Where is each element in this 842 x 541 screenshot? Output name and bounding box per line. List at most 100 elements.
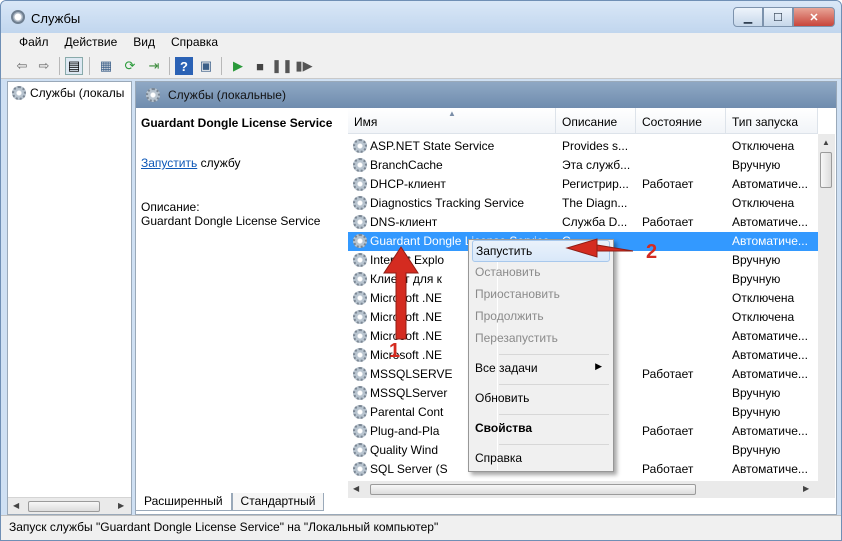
gear-icon <box>353 348 367 362</box>
cell-state: Работает <box>642 367 694 381</box>
console-tree: Службы (локалы ◀ ▶ <box>7 81 132 515</box>
scroll-thumb[interactable] <box>28 501 100 512</box>
gear-icon <box>353 443 367 457</box>
menu-item-pause[interactable]: Приостановить <box>472 284 610 306</box>
gear-icon <box>353 405 367 419</box>
forward-icon[interactable]: ⇨ <box>35 57 53 75</box>
cell-desc: Регистрир... <box>562 177 629 191</box>
start-service-link[interactable]: Запустить <box>141 156 197 170</box>
scroll-thumb[interactable] <box>820 152 832 188</box>
menu-item-stop[interactable]: Остановить <box>472 262 610 284</box>
gear-icon <box>353 329 367 343</box>
cell-startup: Автоматиче... <box>732 367 808 381</box>
gear-icon <box>353 367 367 381</box>
title-bar: Службы ▁ ☐ ✕ <box>1 1 841 33</box>
scroll-right-icon[interactable]: ▶ <box>118 501 124 510</box>
vertical-scrollbar[interactable]: ▲ ▼ <box>818 134 835 497</box>
pause-icon[interactable]: ❚❚ <box>271 57 293 75</box>
cell-startup: Автоматиче... <box>732 177 808 191</box>
column-header-label: Имя <box>354 115 378 129</box>
menu-item-help[interactable]: Справка <box>472 448 610 470</box>
table-row[interactable]: BranchCache Эта служб... Вручную <box>348 156 818 175</box>
cell-desc: Эта служб... <box>562 158 631 172</box>
column-header-description[interactable]: Описание <box>556 108 636 134</box>
cell-startup: Вручную <box>732 272 781 286</box>
action-pane-icon[interactable]: ▣ <box>197 57 215 75</box>
menu-item-restart[interactable]: Перезапустить <box>472 328 610 350</box>
cell-startup: Вручную <box>732 443 781 457</box>
scroll-right-icon[interactable]: ▶ <box>803 484 809 493</box>
gear-icon <box>353 158 367 172</box>
tree-item-label: Службы (локалы <box>30 86 125 100</box>
menu-help[interactable]: Справка <box>163 33 226 53</box>
menu-view[interactable]: Вид <box>125 33 163 53</box>
back-icon[interactable]: ⇦ <box>13 57 31 75</box>
list-horizontal-scrollbar[interactable]: ◀ ▶ <box>348 481 835 498</box>
minimize-button[interactable]: ▁ <box>733 7 763 27</box>
stop-icon[interactable]: ■ <box>251 57 269 75</box>
menu-item-properties[interactable]: Свойства <box>472 418 610 440</box>
tab-extended[interactable]: Расширенный <box>135 493 232 511</box>
panel-header-title: Службы (локальные) <box>168 88 286 102</box>
scroll-left-icon[interactable]: ◀ <box>13 501 19 510</box>
services-window: Службы ▁ ☐ ✕ Файл Действие Вид Справка ⇦… <box>0 0 842 541</box>
cell-startup: Автоматиче... <box>732 234 808 248</box>
gear-icon <box>353 310 367 324</box>
column-header-startup-type[interactable]: Тип запуска <box>726 108 818 134</box>
cell-startup: Вручную <box>732 386 781 400</box>
gear-icon <box>353 291 367 305</box>
cell-startup: Автоматиче... <box>732 215 808 229</box>
table-row[interactable]: ASP.NET State Service Provides s... Отключ… <box>348 137 818 156</box>
table-row[interactable]: DNS-клиент Служба D... Работает Автоматиче.… <box>348 213 818 232</box>
gear-icon <box>353 424 367 438</box>
context-menu: Запустить Остановить Приостановить Продо… <box>468 239 614 472</box>
scroll-up-icon[interactable]: ▲ <box>822 138 830 147</box>
gear-icon <box>353 272 367 286</box>
description-label: Описание: <box>141 200 200 214</box>
menu-item-refresh[interactable]: Обновить <box>472 388 610 410</box>
tree-item-local-services[interactable]: Службы (локалы <box>12 86 124 100</box>
menu-action[interactable]: Действие <box>57 33 126 53</box>
window-title: Службы <box>31 11 81 26</box>
view-tabs: Расширенный Стандартный <box>135 493 325 511</box>
services-gear-icon <box>11 10 25 24</box>
cell-name: DNS-клиент <box>370 215 438 229</box>
column-header-state[interactable]: Состояние <box>636 108 726 134</box>
cell-startup: Вручную <box>732 253 781 267</box>
panel-header: Службы (локальные) <box>136 82 836 108</box>
play-icon[interactable]: ▶ <box>229 57 247 75</box>
gear-icon <box>12 86 26 100</box>
close-button[interactable]: ✕ <box>793 7 835 27</box>
tree-horizontal-scrollbar[interactable]: ◀ ▶ <box>8 497 131 514</box>
scroll-left-icon[interactable]: ◀ <box>353 484 359 493</box>
maximize-button[interactable]: ☐ <box>763 7 793 27</box>
cell-desc: The Diagn... <box>562 196 628 210</box>
cell-name: Diagnostics Tracking Service <box>370 196 525 210</box>
scroll-thumb[interactable] <box>370 484 696 495</box>
help-icon[interactable]: ? <box>175 57 193 75</box>
selected-service-name: Guardant Dongle License Service <box>141 116 333 130</box>
cell-state: Работает <box>642 177 694 191</box>
menu-file[interactable]: Файл <box>11 33 57 53</box>
export-icon[interactable]: ⇥ <box>145 57 163 75</box>
tab-standard[interactable]: Стандартный <box>231 493 325 511</box>
cell-name: ASP.NET State Service <box>370 139 495 153</box>
table-row[interactable]: DHCP-клиент Регистрир... Работает Автоматич… <box>348 175 818 194</box>
cell-startup: Автоматиче... <box>732 424 808 438</box>
menu-item-all-tasks[interactable]: Все задачи ▶ <box>472 358 610 380</box>
restart-icon[interactable]: ▮▶ <box>295 57 313 75</box>
properties-icon[interactable]: ▦ <box>97 57 115 75</box>
status-bar: Запуск службы "Guardant Dongle License S… <box>1 515 841 540</box>
menu-item-resume[interactable]: Продолжить <box>472 306 610 328</box>
menu-item-start[interactable]: Запустить <box>472 240 610 262</box>
cell-name: DHCP-клиент <box>370 177 446 191</box>
refresh-icon[interactable]: ⟳ <box>121 57 139 75</box>
console-tree-icon[interactable]: ▤ <box>65 57 83 75</box>
table-row[interactable]: Diagnostics Tracking Service The Diagn...… <box>348 194 818 213</box>
cell-state: Работает <box>642 462 694 476</box>
cell-startup: Вручную <box>732 405 781 419</box>
cell-startup: Вручную <box>732 158 781 172</box>
column-header-name[interactable]: ▲ Имя <box>348 108 556 134</box>
column-header-label: Состояние <box>642 115 702 129</box>
gear-icon <box>353 386 367 400</box>
